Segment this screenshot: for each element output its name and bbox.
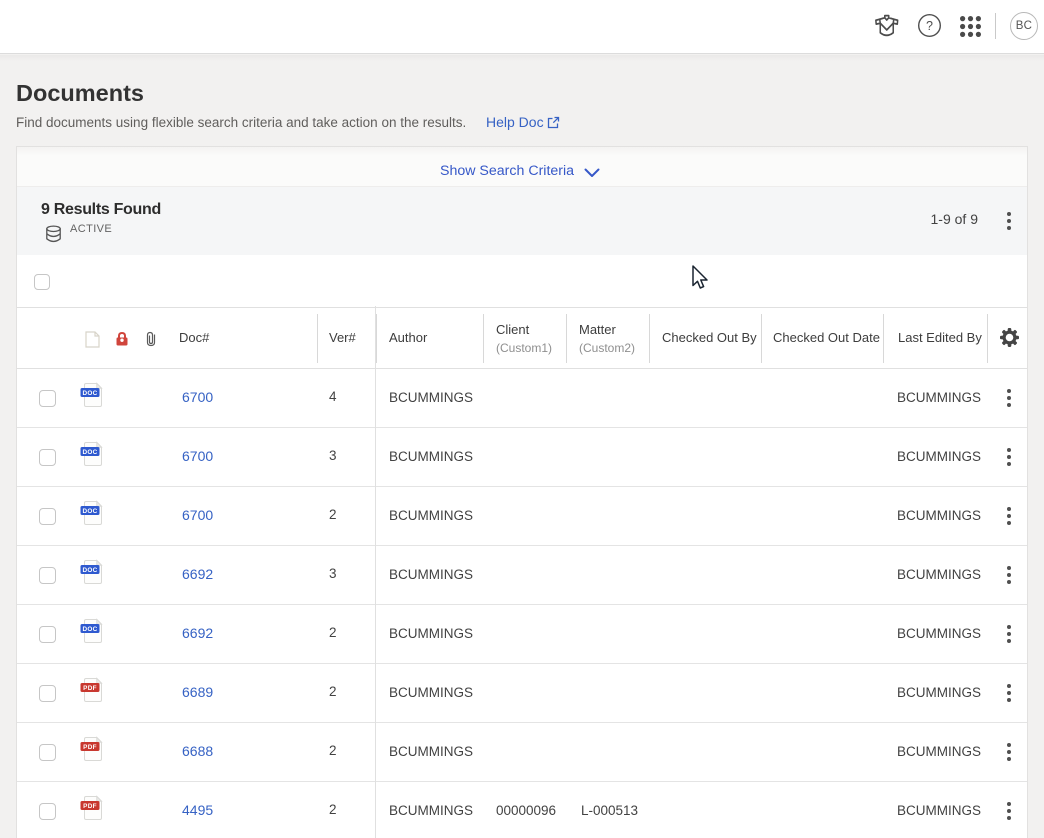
svg-text:?: ? bbox=[926, 19, 933, 33]
svg-text:PDF: PDF bbox=[83, 744, 97, 751]
svg-text:DOC: DOC bbox=[82, 508, 97, 515]
svg-text:DOC: DOC bbox=[82, 626, 97, 633]
svg-text:DOC: DOC bbox=[82, 567, 97, 574]
svg-text:DOC: DOC bbox=[82, 449, 97, 456]
svg-text:PDF: PDF bbox=[83, 803, 97, 810]
svg-text:PDF: PDF bbox=[83, 685, 97, 692]
svg-text:DOC: DOC bbox=[82, 390, 97, 397]
